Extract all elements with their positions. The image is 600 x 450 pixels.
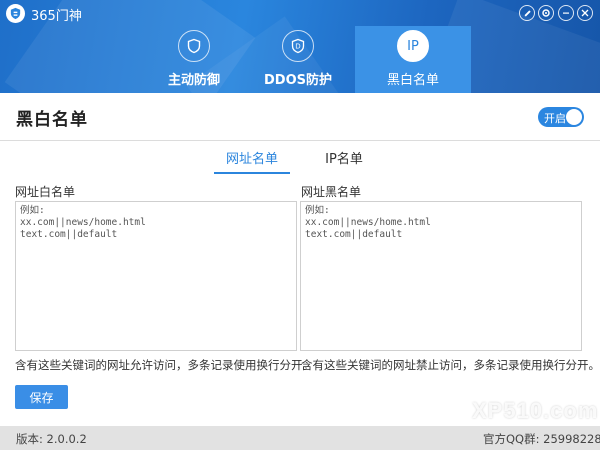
blacklist-hint: 含有这些关键词的网址禁止访问，多条记录使用换行分开。	[301, 358, 600, 372]
ip-icon: IP	[397, 30, 429, 62]
whitelist-label: 网址白名单	[15, 185, 76, 199]
close-icon[interactable]	[577, 5, 593, 21]
footer-bar: 版本: 2.0.0.2 官方QQ群: 259982286	[0, 426, 600, 450]
tab-ip-list[interactable]: IP名单	[314, 148, 374, 174]
whitelist-input[interactable]: 例如: xx.com||news/home.html text.com||def…	[15, 201, 297, 351]
toggle-label: 开启	[544, 112, 566, 125]
minimize-icon[interactable]	[558, 5, 574, 21]
tab-active-defense[interactable]: 主动防御	[136, 26, 252, 93]
page-title: 黑白名单	[16, 110, 88, 130]
shield-d-icon: D	[282, 30, 314, 62]
whitelist-hint: 含有这些关键词的网址允许访问，多条记录使用换行分开。	[15, 358, 314, 372]
tab-label: 黑白名单	[386, 73, 439, 88]
save-button[interactable]: 保存	[15, 385, 68, 409]
shield-icon	[178, 30, 210, 62]
version-text: 版本: 2.0.0.2	[16, 432, 87, 446]
section-header: 黑白名单 开启	[0, 93, 600, 141]
edit-icon[interactable]	[519, 5, 535, 21]
app-title: 365门神	[31, 9, 82, 24]
toggle-knob	[566, 109, 582, 125]
blacklist-label: 网址黑名单	[301, 185, 362, 199]
tab-label: DDOS防护	[264, 73, 332, 88]
tab-black-white-list[interactable]: IP 黑白名单	[355, 26, 471, 93]
enable-toggle[interactable]: 开启	[538, 107, 584, 127]
tab-label: 主动防御	[167, 73, 220, 88]
title-bar: 365门神	[0, 0, 600, 26]
tab-ddos-protection[interactable]: D DDOS防护	[240, 26, 356, 93]
watermark-logo: XP510.com	[472, 398, 599, 423]
settings-icon[interactable]	[538, 5, 554, 21]
svg-text:D: D	[295, 43, 300, 51]
app-logo-icon	[6, 4, 25, 23]
qq-group-text: 官方QQ群: 259982286	[483, 432, 600, 446]
header-banner: 365门神 主动防御 D DDOS防护 IP 黑白名单	[0, 0, 600, 93]
tab-url-list[interactable]: 网址名单	[214, 148, 290, 174]
blacklist-input[interactable]: 例如: xx.com||news/home.html text.com||def…	[300, 201, 582, 351]
